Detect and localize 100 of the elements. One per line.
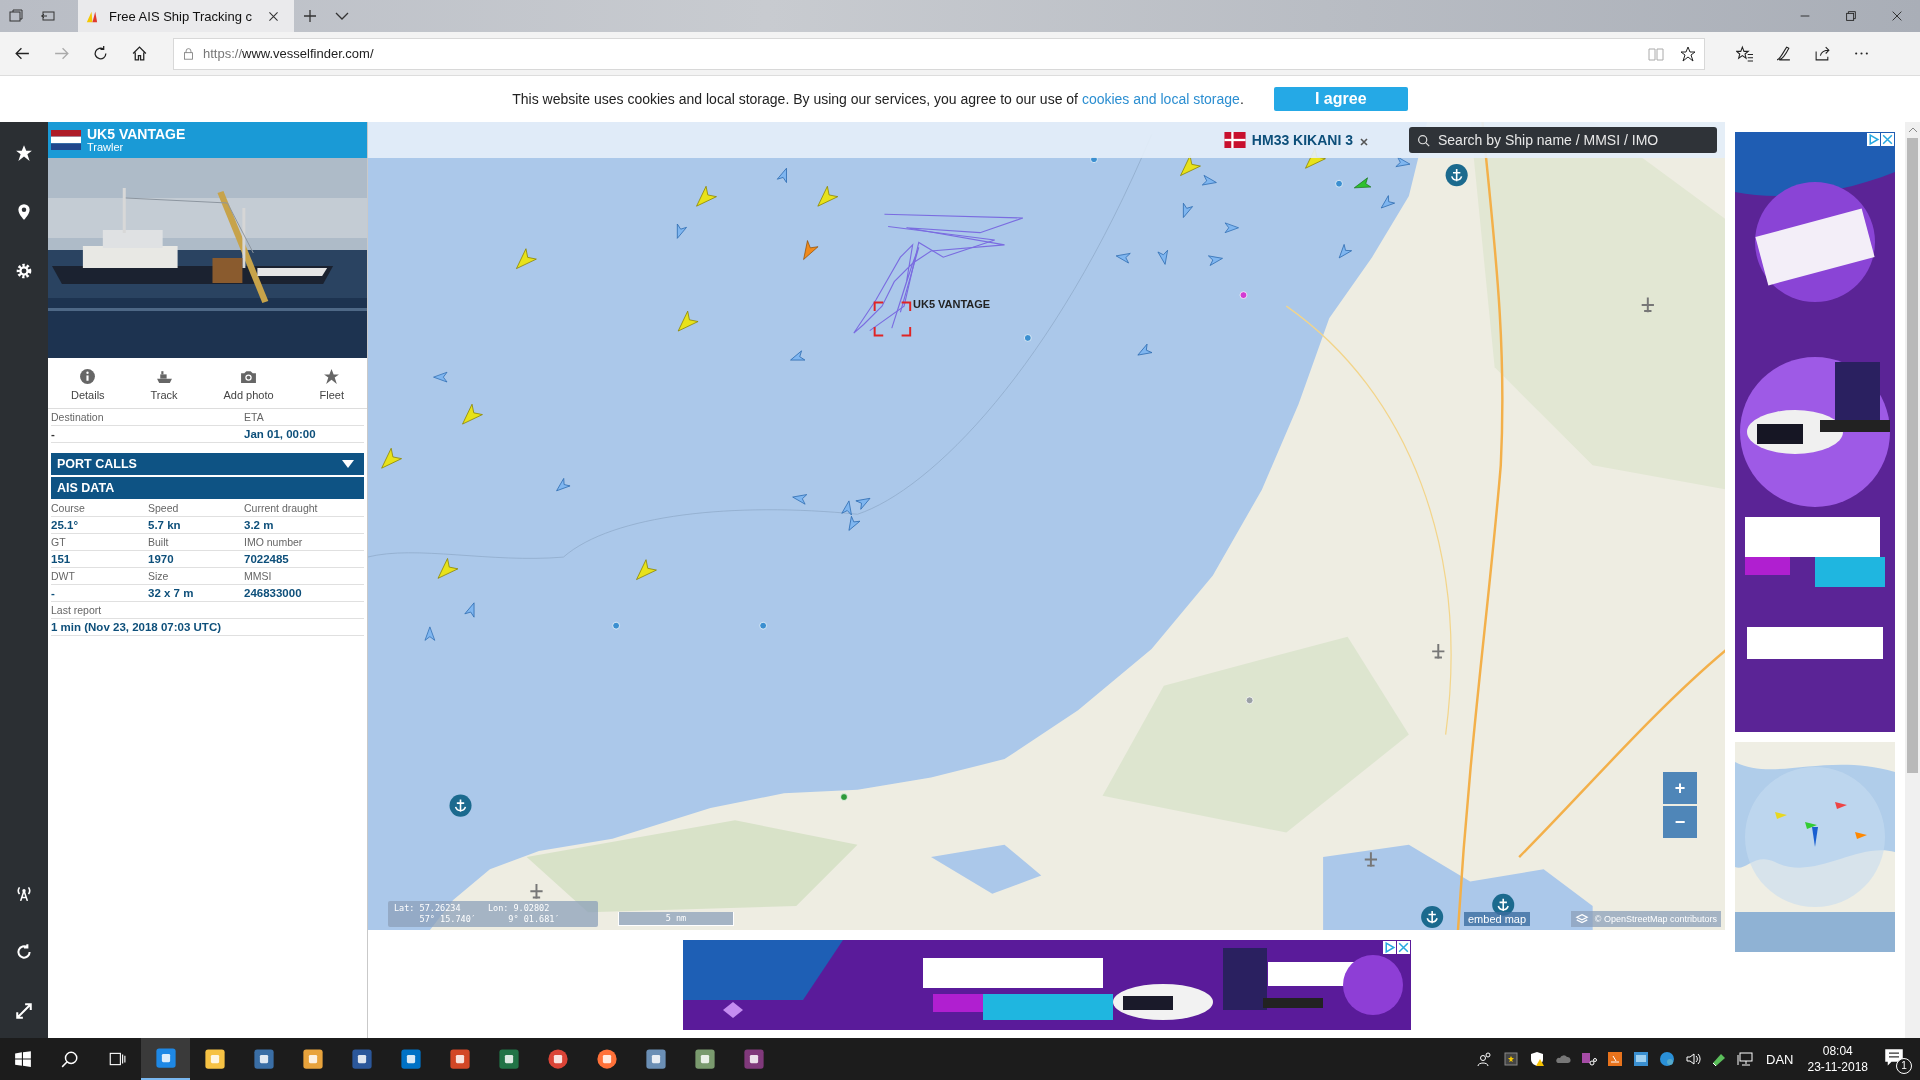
field-label: Speed — [148, 502, 179, 514]
app-icon — [693, 1048, 716, 1070]
pen-tray-icon[interactable] — [1711, 1051, 1728, 1067]
field-value: 246833000 — [244, 587, 302, 599]
notification-count: 1 — [1896, 1058, 1912, 1074]
home-icon[interactable] — [131, 45, 148, 62]
app-icon — [399, 1048, 422, 1070]
field-label: DWT — [51, 570, 75, 582]
browser-tab[interactable]: Free AIS Ship Tracking c — [78, 0, 294, 32]
favorite-star-icon[interactable] — [1680, 45, 1696, 62]
people-icon[interactable] — [1477, 1051, 1494, 1067]
notebook-scissors-icon[interactable] — [1581, 1051, 1598, 1067]
refresh-icon[interactable] — [15, 943, 33, 961]
app-icon — [595, 1048, 618, 1070]
caret-down-icon — [342, 460, 354, 468]
cookie-policy-link[interactable]: cookies and local storage — [1081, 91, 1240, 107]
start-icon[interactable] — [14, 1050, 32, 1068]
field-label: Destination — [51, 411, 104, 423]
field-value: Jan 01, 00:00 — [244, 428, 316, 440]
scrollbar-thumb[interactable] — [1907, 138, 1918, 773]
lock-icon — [182, 47, 195, 60]
field-label: ETA — [244, 411, 264, 423]
address-field[interactable]: https://www.vesselfinder.com/ — [173, 37, 1705, 70]
field-value: 1 min (Nov 23, 2018 07:03 UTC) — [51, 621, 221, 633]
field-label: IMO number — [244, 536, 303, 548]
action-button[interactable]: Details — [64, 366, 111, 403]
close-icon[interactable] — [267, 9, 280, 23]
taskbar-app-button[interactable] — [141, 1038, 190, 1080]
forward-icon[interactable] — [53, 45, 70, 62]
ad-choices-icon[interactable] — [1867, 133, 1880, 146]
star-icon — [323, 368, 341, 385]
field-value: - — [51, 587, 55, 599]
field-value: 32 x 7 m — [148, 587, 194, 599]
close-window-icon[interactable] — [1890, 9, 1904, 23]
refresh-icon[interactable] — [92, 45, 109, 62]
tray-app-icon[interactable] — [1659, 1051, 1676, 1067]
app-icon — [301, 1048, 324, 1070]
search-icon[interactable] — [61, 1050, 79, 1068]
clock-date: 23-11-2018 — [1807, 1059, 1868, 1075]
app-icon — [252, 1048, 275, 1070]
app-icon — [644, 1048, 667, 1070]
antenna-icon[interactable] — [15, 884, 33, 902]
app-icon — [546, 1048, 569, 1070]
app-icon — [448, 1048, 471, 1070]
field-label: MMSI — [244, 570, 272, 582]
field-value: 151 — [51, 553, 71, 565]
field-value: 1970 — [148, 553, 174, 565]
action-button[interactable]: Track — [144, 366, 184, 403]
settings-icon[interactable] — [15, 262, 33, 280]
field-value: 3.2 m — [244, 519, 274, 531]
tab-back-icon[interactable] — [40, 8, 56, 24]
share-icon[interactable] — [1814, 45, 1831, 62]
info-icon — [79, 368, 97, 385]
field-value: 7022485 — [244, 553, 289, 565]
favorites-icon[interactable] — [1736, 45, 1753, 62]
input-language[interactable]: DAN — [1766, 1051, 1794, 1067]
tray-app-icon[interactable] — [1607, 1051, 1624, 1067]
network-icon[interactable] — [1737, 1051, 1754, 1067]
tray-app-icon[interactable] — [1503, 1051, 1520, 1067]
ad-choices-icon[interactable] — [1383, 941, 1396, 954]
field-value: 5.7 kn — [148, 519, 181, 531]
clock[interactable]: 08:04 23-11-2018 — [1807, 1043, 1868, 1075]
location-pin-icon[interactable] — [15, 203, 33, 221]
field-label: Size — [148, 570, 169, 582]
action-button[interactable]: Fleet — [313, 366, 350, 403]
new-tab-icon[interactable] — [302, 8, 318, 24]
tab-list-icon[interactable] — [8, 8, 24, 24]
clock-time: 08:04 — [1822, 1043, 1853, 1059]
task-view-icon[interactable] — [108, 1050, 126, 1068]
field-label: Course — [51, 502, 85, 514]
field-value: - — [51, 428, 55, 440]
app-icon — [742, 1048, 765, 1070]
app-icon — [203, 1048, 226, 1070]
tab-title: Free AIS Ship Tracking c — [109, 8, 254, 24]
shield-warning-icon[interactable] — [1529, 1051, 1546, 1067]
notifications-icon[interactable] — [1884, 1048, 1904, 1068]
field-label: GT — [51, 536, 66, 548]
field-value: 25.1° — [51, 519, 78, 531]
ship-icon — [155, 368, 173, 385]
field-label: Current draught — [244, 502, 318, 514]
url-text: https://www.vesselfinder.com/ — [203, 46, 374, 61]
restore-icon[interactable] — [1844, 9, 1858, 23]
cookie-notice: This website uses cookies and local storage. By using our services, you agree to our use of cookies and local storage. — [512, 91, 1244, 107]
port-calls-header[interactable]: PORT CALLS — [51, 453, 364, 475]
camera-icon — [240, 368, 258, 385]
action-button[interactable]: Add photo — [217, 366, 280, 403]
fullscreen-icon[interactable] — [15, 1002, 33, 1020]
field-label: Last report — [51, 604, 102, 616]
vessel-type: Trawler — [87, 142, 125, 153]
field-label: Built — [148, 536, 169, 548]
section-header: AIS DATA — [51, 477, 364, 499]
volume-icon[interactable] — [1685, 1051, 1702, 1067]
scroll-up-icon[interactable] — [1907, 126, 1918, 134]
star-icon[interactable] — [15, 144, 33, 162]
pen-icon[interactable] — [1775, 45, 1792, 62]
back-icon[interactable] — [14, 45, 31, 62]
app-icon — [497, 1048, 520, 1070]
app-icon — [154, 1047, 177, 1069]
tray-app-icon[interactable] — [1633, 1051, 1650, 1067]
vessel-name: UK5 VANTAGE — [87, 127, 186, 141]
